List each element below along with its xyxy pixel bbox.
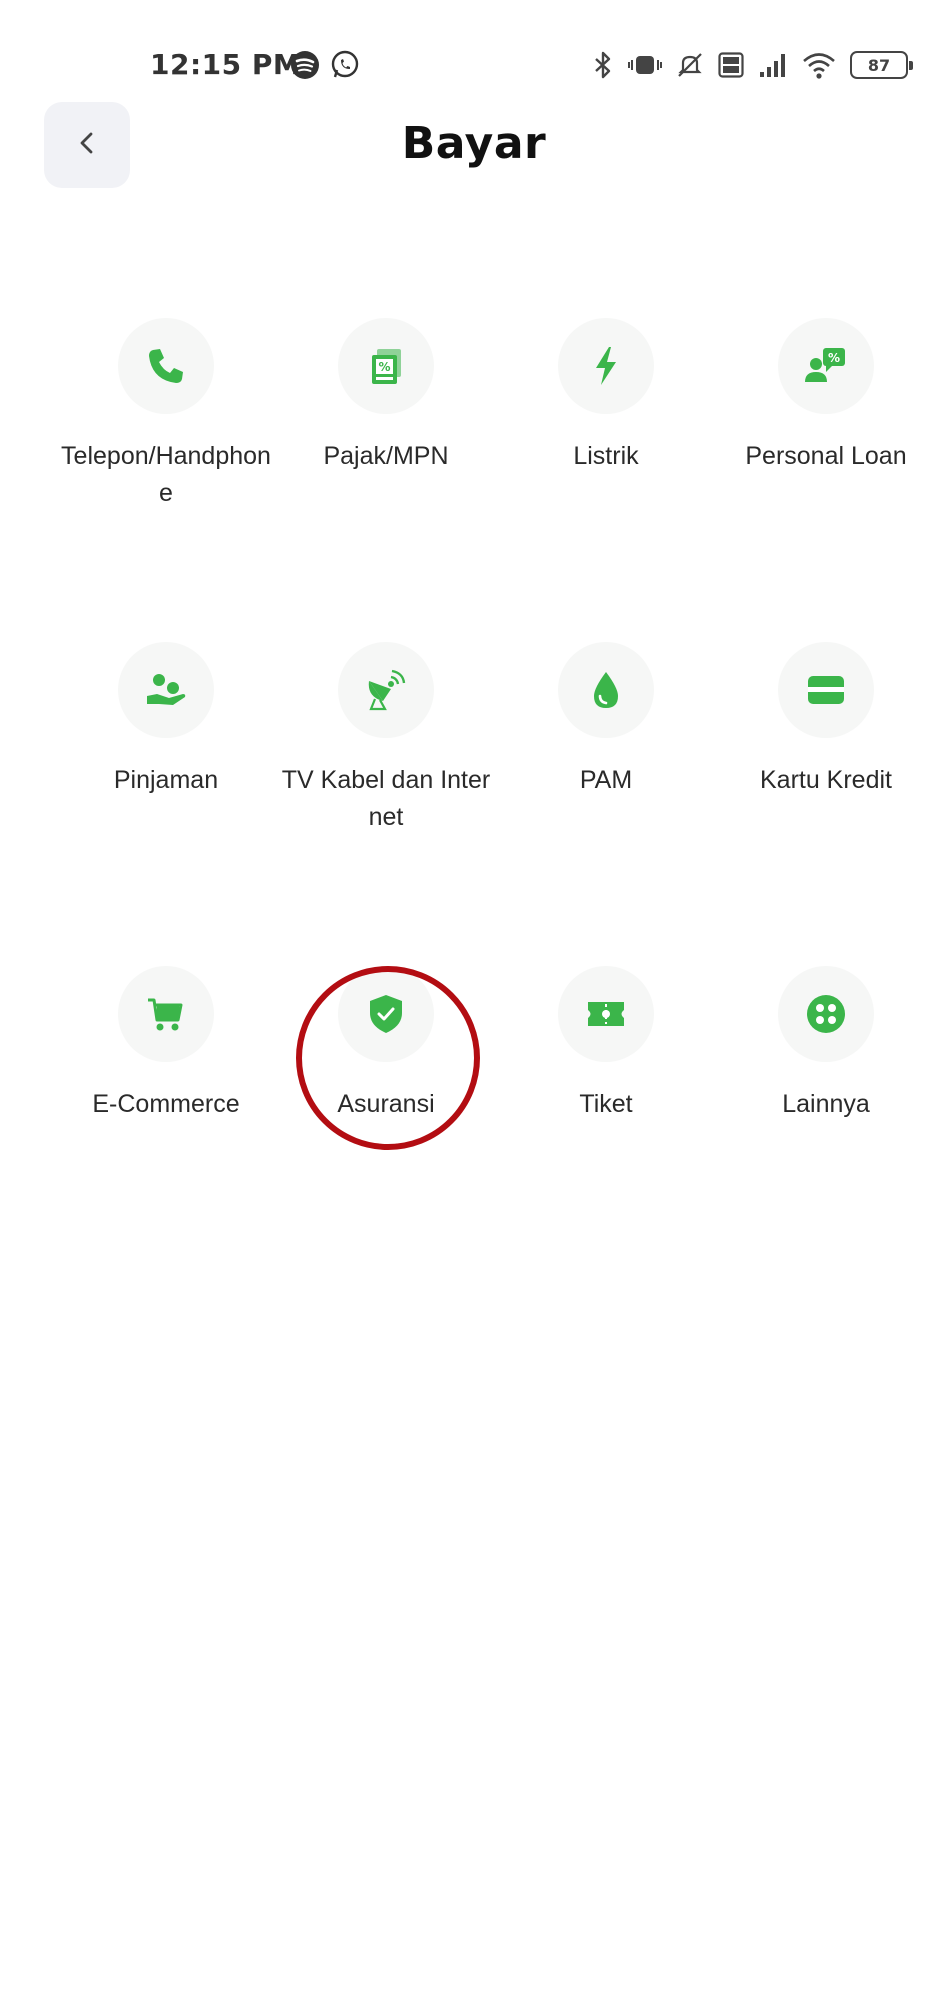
battery-icon: 87 bbox=[850, 51, 913, 79]
menu-item-kartu-kredit[interactable]: Kartu Kredit bbox=[716, 642, 936, 966]
menu-label: Lainnya bbox=[782, 1090, 870, 1118]
lightning-icon bbox=[558, 318, 654, 414]
phone-icon bbox=[118, 318, 214, 414]
signal-icon bbox=[758, 52, 788, 78]
vibrate-icon bbox=[628, 52, 662, 78]
menu-item-pinjaman[interactable]: Pinjaman bbox=[56, 642, 276, 966]
menu-label: PAM bbox=[579, 766, 633, 794]
wifi-icon bbox=[802, 51, 836, 79]
spotify-icon bbox=[290, 50, 320, 80]
shopping-cart-icon bbox=[118, 966, 214, 1062]
menu-item-pam[interactable]: PAM bbox=[496, 642, 716, 966]
status-time: 12:15 PM bbox=[150, 48, 302, 81]
tax-document-icon: % bbox=[338, 318, 434, 414]
menu-label: Pinjaman bbox=[113, 766, 219, 794]
header: Bayar bbox=[0, 100, 948, 190]
whatsapp-icon bbox=[330, 50, 360, 80]
menu-item-pajak-mpn[interactable]: % Pajak/MPN bbox=[276, 318, 496, 642]
payment-menu-grid: Telepon/Handphone % Pajak/MPN Listrik % … bbox=[0, 318, 948, 1290]
menu-item-telepon-handphone[interactable]: Telepon/Handphone bbox=[56, 318, 276, 642]
menu-label: Kartu Kredit bbox=[759, 766, 892, 794]
page-title: Bayar bbox=[401, 118, 547, 169]
menu-label: Tiket bbox=[579, 1090, 633, 1118]
menu-item-listrik[interactable]: Listrik bbox=[496, 318, 716, 642]
menu-item-lainnya[interactable]: Lainnya bbox=[716, 966, 936, 1290]
shield-check-icon bbox=[338, 966, 434, 1062]
menu-item-personal-loan[interactable]: % Personal Loan bbox=[716, 318, 936, 642]
menu-item-e-commerce[interactable]: E-Commerce bbox=[56, 966, 276, 1290]
ticket-icon bbox=[558, 966, 654, 1062]
bluetooth-icon bbox=[592, 50, 614, 80]
menu-item-tv-kabel-internet[interactable]: TV Kabel dan Internet bbox=[276, 642, 496, 966]
volte-icon bbox=[718, 52, 744, 78]
loan-hand-icon bbox=[118, 642, 214, 738]
menu-label: Personal Loan bbox=[745, 442, 907, 470]
menu-item-tiket[interactable]: Tiket bbox=[496, 966, 716, 1290]
svg-text:%: % bbox=[828, 351, 840, 365]
status-icons: 87 bbox=[592, 48, 913, 82]
mute-icon bbox=[676, 51, 704, 79]
menu-label: E-Commerce bbox=[92, 1090, 240, 1118]
menu-label: Pajak/MPN bbox=[323, 442, 449, 470]
svg-text:%: % bbox=[378, 360, 390, 374]
menu-label: Telepon/Handphone bbox=[61, 442, 271, 507]
more-dots-icon bbox=[778, 966, 874, 1062]
satellite-dish-icon bbox=[338, 642, 434, 738]
menu-label: Asuransi bbox=[337, 1090, 435, 1118]
water-drop-icon bbox=[558, 642, 654, 738]
menu-label: TV Kabel dan Internet bbox=[281, 766, 491, 831]
credit-card-icon bbox=[778, 642, 874, 738]
personal-loan-icon: % bbox=[778, 318, 874, 414]
menu-label: Listrik bbox=[573, 442, 639, 470]
status-bar: 12:15 PM 87 bbox=[0, 0, 948, 110]
menu-item-asuransi[interactable]: Asuransi bbox=[276, 966, 496, 1290]
